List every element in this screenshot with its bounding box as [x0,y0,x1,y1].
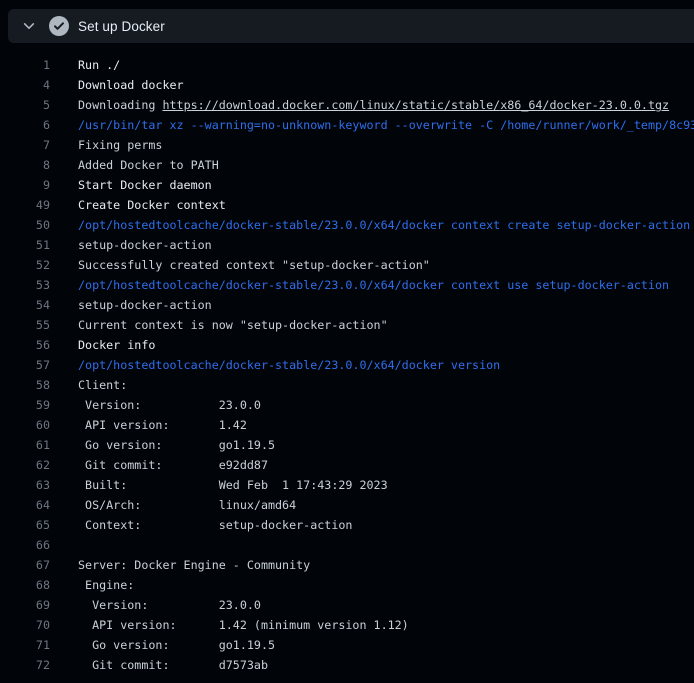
log-line: 61 Go version: go1.19.5 [0,435,694,455]
command-text: /opt/hostedtoolcache/docker-stable/23.0.… [78,275,694,295]
line-number[interactable]: 7 [0,135,50,155]
log-text: API version: 1.42 (minimum version 1.12) [78,615,694,635]
command-text: /usr/bin/tar xz --warning=no-unknown-key… [78,115,694,135]
check-circle-icon [49,16,69,36]
log-group-header[interactable]: 4▼Download docker [0,75,694,95]
log-line: 54 setup-docker-action [0,295,694,315]
line-number[interactable]: 56 [0,335,50,355]
log-line: 7 Fixing perms [0,135,694,155]
group-title: Download docker [78,78,184,92]
log-line: 69 Version: 23.0.0 [0,595,694,615]
log-text: Version: 23.0.0 [78,595,694,615]
log-link[interactable]: https://download.docker.com/linux/static… [162,98,669,112]
log-text: Go version: go1.19.5 [78,435,694,455]
line-number[interactable]: 57 [0,355,50,375]
log-line: 71 Go version: go1.19.5 [0,635,694,655]
log-group-header[interactable]: 1▶Run ./ [0,55,694,75]
log-text: Current context is now "setup-docker-act… [78,315,694,335]
group-title: Create Docker context [78,198,226,212]
line-number[interactable]: 51 [0,235,50,255]
line-number[interactable]: 8 [0,155,50,175]
log-line: 58 Client: [0,375,694,395]
log-line: 51 setup-docker-action [0,235,694,255]
line-number[interactable]: 58 [0,375,50,395]
log-line: 63 Built: Wed Feb 1 17:43:29 2023 [0,475,694,495]
line-number[interactable]: 64 [0,495,50,515]
line-number[interactable]: 55 [0,315,50,335]
line-number[interactable]: 68 [0,575,50,595]
line-number[interactable]: 63 [0,475,50,495]
command-text: /opt/hostedtoolcache/docker-stable/23.0.… [78,355,694,375]
log-text-prefix: Downloading [78,98,162,112]
log-text: Go version: go1.19.5 [78,635,694,655]
log-line: 66 [0,535,694,555]
log-line: 57/opt/hostedtoolcache/docker-stable/23.… [0,355,694,375]
log-text: Engine: [78,575,694,595]
log-text: Server: Docker Engine - Community [78,555,694,575]
command-text: /opt/hostedtoolcache/docker-stable/23.0.… [78,215,694,235]
log-text: setup-docker-action [78,235,694,255]
log-line: 59 Version: 23.0.0 [0,395,694,415]
log-line: 52 Successfully created context "setup-do… [0,255,694,275]
log-text: Added Docker to PATH [78,155,694,175]
line-number[interactable]: 66 [0,535,50,555]
log-line: 6/usr/bin/tar xz --warning=no-unknown-ke… [0,115,694,135]
log-line: 67 Server: Docker Engine - Community [0,555,694,575]
log-text: Client: [78,375,694,395]
line-number[interactable]: 1 [0,55,50,75]
log-line: 60 API version: 1.42 [0,415,694,435]
line-number[interactable]: 70 [0,615,50,635]
log-line: 5 Downloading https://download.docker.com… [0,95,694,115]
log-group-header[interactable]: 49▼Create Docker context [0,195,694,215]
log-text: Context: setup-docker-action [78,515,694,535]
step-header[interactable]: Set up Docker [8,9,694,43]
line-number[interactable]: 67 [0,555,50,575]
group-title: Start Docker daemon [78,178,212,192]
log-line: 65 Context: setup-docker-action [0,515,694,535]
line-number[interactable]: 9 [0,175,50,195]
log-text: Fixing perms [78,135,694,155]
step-title: Set up Docker [78,19,165,34]
log-line: 62 Git commit: e92dd87 [0,455,694,475]
line-number[interactable]: 54 [0,295,50,315]
group-title: Run ./ [78,58,120,72]
line-number[interactable]: 59 [0,395,50,415]
log-line: 64 OS/Arch: linux/amd64 [0,495,694,515]
log-text: Git commit: d7573ab [78,655,694,675]
line-number[interactable]: 49 [0,195,50,215]
log-container: 1▶Run ./4▼Download docker5 Downloading ht… [0,55,694,675]
line-number[interactable]: 5 [0,95,50,115]
chevron-down-icon[interactable] [17,14,41,38]
line-number[interactable]: 69 [0,595,50,615]
log-line: 72 Git commit: d7573ab [0,655,694,675]
log-text: Downloading https://download.docker.com/… [78,95,694,115]
log-line: 70 API version: 1.42 (minimum version 1.… [0,615,694,635]
line-number[interactable]: 65 [0,515,50,535]
log-text: Built: Wed Feb 1 17:43:29 2023 [78,475,694,495]
line-number[interactable]: 60 [0,415,50,435]
log-line: 50/opt/hostedtoolcache/docker-stable/23.… [0,215,694,235]
log-text: Successfully created context "setup-dock… [78,255,694,275]
log-group-header[interactable]: 56▼Docker info [0,335,694,355]
log-text: setup-docker-action [78,295,694,315]
log-text: API version: 1.42 [78,415,694,435]
line-number[interactable]: 4 [0,75,50,95]
log-line: 53/opt/hostedtoolcache/docker-stable/23.… [0,275,694,295]
line-number[interactable]: 61 [0,435,50,455]
log-line: 55 Current context is now "setup-docker-a… [0,315,694,335]
line-number[interactable]: 72 [0,655,50,675]
line-number[interactable]: 52 [0,255,50,275]
log-text: Git commit: e92dd87 [78,455,694,475]
line-number[interactable]: 50 [0,215,50,235]
log-group-header[interactable]: 9▶Start Docker daemon [0,175,694,195]
log-line: 8 Added Docker to PATH [0,155,694,175]
log-text: OS/Arch: linux/amd64 [78,495,694,515]
line-number[interactable]: 71 [0,635,50,655]
log-text: Version: 23.0.0 [78,395,694,415]
log-line: 68 Engine: [0,575,694,595]
group-title: Docker info [78,338,155,352]
line-number[interactable]: 6 [0,115,50,135]
line-number[interactable]: 62 [0,455,50,475]
line-number[interactable]: 53 [0,275,50,295]
